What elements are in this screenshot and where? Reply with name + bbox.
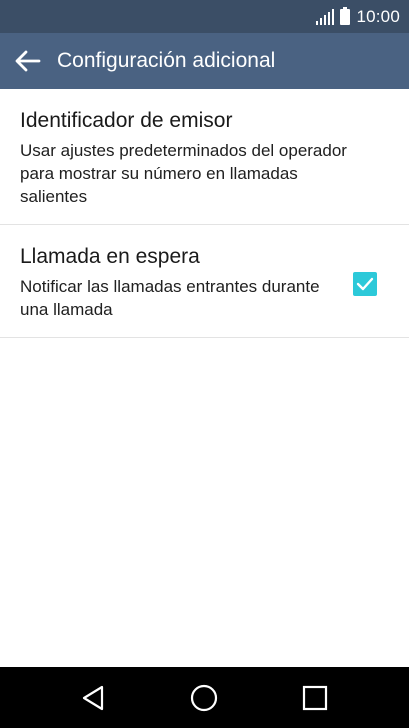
recents-square-icon [302, 685, 328, 711]
call-waiting-checkbox[interactable] [353, 272, 377, 296]
preference-caller-id[interactable]: Identificador de emisor Usar ajustes pre… [0, 89, 409, 225]
checkmark-icon [356, 277, 374, 291]
status-time: 10:00 [356, 7, 400, 26]
battery-icon [340, 7, 351, 25]
nav-home-button[interactable] [187, 681, 221, 715]
preference-call-waiting[interactable]: Llamada en espera Notificar las llamadas… [0, 225, 409, 338]
status-bar: 10:00 [0, 0, 409, 33]
preference-summary: Notificar las llamadas entrantes durante… [20, 277, 320, 319]
home-circle-icon [190, 684, 218, 712]
preference-title: Llamada en espera [20, 245, 200, 268]
arrow-left-icon [15, 50, 41, 72]
preferences-list: Identificador de emisor Usar ajustes pre… [0, 89, 409, 338]
page-title: Configuración adicional [57, 49, 276, 72]
signal-icon [316, 9, 335, 25]
navigation-bar [0, 667, 409, 728]
preference-summary: Usar ajustes predeterminados del operado… [20, 141, 347, 206]
back-triangle-icon [82, 685, 104, 711]
nav-recents-button[interactable] [298, 681, 332, 715]
back-button[interactable] [8, 41, 48, 81]
status-icons: 10:00 [316, 6, 400, 28]
app-bar: Configuración adicional [0, 33, 409, 89]
preference-title: Identificador de emisor [20, 109, 233, 132]
nav-back-button[interactable] [76, 681, 110, 715]
